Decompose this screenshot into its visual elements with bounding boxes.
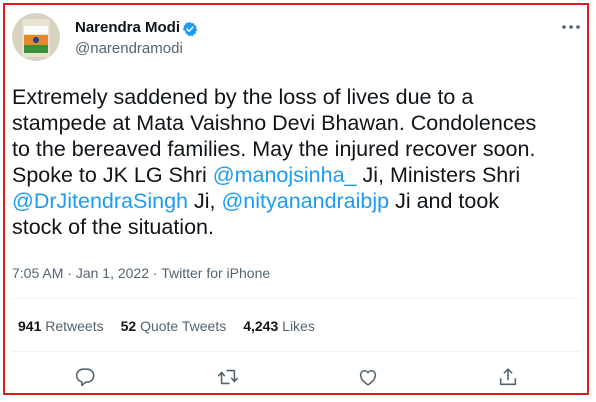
mention-link[interactable]: @DrJitendraSingh bbox=[12, 189, 188, 213]
tweet-date[interactable]: Jan 1, 2022 bbox=[76, 265, 149, 281]
retweets-count: 941 bbox=[18, 318, 42, 334]
mention-link[interactable]: @manojsinha_ bbox=[213, 163, 357, 187]
tweet-meta: 7:05 AM · Jan 1, 2022 · Twitter for iPho… bbox=[12, 265, 270, 281]
likes-count: 4,243 bbox=[243, 318, 279, 334]
tweet-line: Extremely saddened by the loss of lives … bbox=[12, 85, 474, 109]
avatar[interactable] bbox=[12, 13, 60, 61]
tweet-source[interactable]: Twitter for iPhone bbox=[161, 265, 270, 281]
avatar-image bbox=[12, 13, 60, 61]
more-options-icon[interactable] bbox=[561, 21, 581, 33]
meta-separator: · bbox=[63, 265, 76, 281]
tweet-time[interactable]: 7:05 AM bbox=[12, 265, 63, 281]
quote-tweets-label: Quote Tweets bbox=[140, 318, 227, 334]
mention-link[interactable]: @nityanandraibjp bbox=[221, 189, 389, 213]
tweet-line: Spoke to JK LG Shri @manojsinha_ Ji, Min… bbox=[12, 162, 580, 188]
like-icon[interactable] bbox=[357, 366, 379, 388]
tweet-line: stock of the situation. bbox=[12, 215, 214, 239]
quote-tweets-stat[interactable]: 52 Quote Tweets bbox=[121, 318, 227, 334]
tweet-line: stampede at Mata Vaishno Devi Bhawan. Co… bbox=[12, 111, 537, 135]
likes-label: Likes bbox=[282, 318, 315, 334]
tweet-line: to the bereaved families. May the injure… bbox=[12, 137, 536, 161]
retweets-stat[interactable]: 941 Retweets bbox=[18, 318, 104, 334]
divider bbox=[12, 298, 580, 299]
retweet-icon[interactable] bbox=[217, 366, 239, 388]
quote-tweets-count: 52 bbox=[120, 318, 137, 334]
tweet-text: Extremely saddened by the loss of lives … bbox=[12, 84, 580, 240]
author-handle[interactable]: @narendramodi bbox=[75, 40, 183, 57]
divider bbox=[12, 351, 580, 352]
tweet-text-segment: Spoke to JK LG Shri bbox=[12, 163, 213, 187]
tweet-text-segment: Ji, Ministers Shri bbox=[356, 163, 521, 187]
likes-stat[interactable]: 4,243 Likes bbox=[243, 318, 315, 334]
meta-separator: · bbox=[149, 265, 162, 281]
tweet-stats: 941 Retweets 52 Quote Tweets 4,243 Likes bbox=[18, 318, 332, 334]
tweet-text-segment: Ji and took bbox=[389, 189, 500, 213]
reply-icon[interactable] bbox=[74, 366, 96, 388]
verified-badge-icon bbox=[182, 22, 198, 37]
author-name[interactable]: Narendra Modi bbox=[75, 19, 180, 36]
share-icon[interactable] bbox=[497, 366, 519, 388]
tweet-line: @DrJitendraSingh Ji, @nityanandraibjp Ji… bbox=[12, 188, 580, 214]
retweets-label: Retweets bbox=[45, 318, 104, 334]
tweet-text-segment: Ji, bbox=[188, 189, 222, 213]
